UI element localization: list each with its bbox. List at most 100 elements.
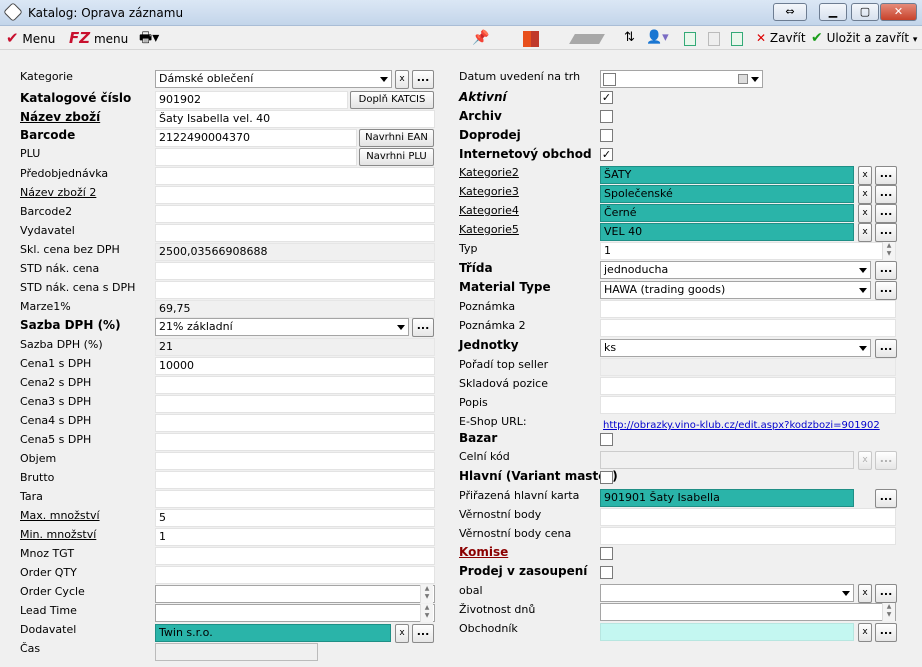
kategorie2-value[interactable]: ŠATY xyxy=(600,166,854,184)
kategorie3-clear-button[interactable]: x xyxy=(858,185,872,204)
prirazena-browse-button[interactable]: ... xyxy=(875,489,897,508)
celni-kod-clear-button[interactable]: x xyxy=(858,451,872,470)
kategorie5-value[interactable]: VEL 40 xyxy=(600,223,854,241)
obchodnik-clear-button[interactable]: x xyxy=(858,623,872,642)
nazev-zbozi-label[interactable]: Název zboží xyxy=(20,110,100,124)
kategorie-select[interactable]: Dámské oblečení xyxy=(155,70,392,88)
kategorie3-browse-button[interactable]: ... xyxy=(875,185,897,204)
fz-menu-button[interactable]: FZ menu xyxy=(69,29,128,47)
sazba-dph-browse-button[interactable]: ... xyxy=(412,318,434,337)
close-window-button[interactable]: ✕ xyxy=(880,3,917,21)
tara-input[interactable] xyxy=(155,490,435,508)
typ-spinner[interactable]: ▲ ▼ xyxy=(882,242,895,260)
lead-time-spinner[interactable]: ▲ ▼ xyxy=(420,604,433,622)
kategorie3-value[interactable]: Společenské xyxy=(600,185,854,203)
pin-icon[interactable]: 📌 xyxy=(472,29,489,47)
brutto-input[interactable] xyxy=(155,471,435,489)
katalogove-cislo-input[interactable]: 901902 xyxy=(155,91,348,109)
dodavatel-clear-button[interactable]: x xyxy=(395,624,409,643)
cena4-input[interactable] xyxy=(155,414,435,432)
user-icon[interactable]: 👤▾ xyxy=(646,29,669,47)
kategorie2-clear-button[interactable]: x xyxy=(858,166,872,185)
obal-select[interactable] xyxy=(600,584,854,602)
keyboard-icon[interactable] xyxy=(569,29,605,47)
cena5-input[interactable] xyxy=(155,433,435,451)
internet-checkbox[interactable]: ✓ xyxy=(600,148,613,161)
datum-picker[interactable] xyxy=(600,70,763,88)
lead-time-input[interactable] xyxy=(155,604,435,622)
chevron-down-icon[interactable] xyxy=(751,77,759,82)
min-mnozstvi-label[interactable]: Min. množství xyxy=(20,528,96,542)
zivotnost-input[interactable] xyxy=(600,603,896,621)
doplnit-katcis-button[interactable]: Doplň KATCIS xyxy=(350,91,434,109)
spin-up-icon[interactable]: ▲ xyxy=(887,603,892,610)
barcode2-input[interactable] xyxy=(155,205,435,223)
navrhni-ean-button[interactable]: Navrhni EAN xyxy=(359,129,434,147)
order-cycle-spinner[interactable]: ▲ ▼ xyxy=(420,585,433,603)
kategorie2-browse-button[interactable]: ... xyxy=(875,166,897,185)
mnoz-tgt-input[interactable] xyxy=(155,547,435,565)
kategorie5-label[interactable]: Kategorie5 xyxy=(459,223,519,237)
nazev-zbozi2-label[interactable]: Název zboží 2 xyxy=(20,186,96,200)
barcode-input[interactable]: 2122490004370 xyxy=(155,129,357,147)
jednotky-browse-button[interactable]: ... xyxy=(875,339,897,358)
min-mnozstvi-input[interactable]: 1 xyxy=(155,528,435,546)
obal-browse-button[interactable]: ... xyxy=(875,584,897,603)
vernostni-body-cena-input[interactable] xyxy=(600,527,896,545)
export-icon[interactable] xyxy=(731,29,743,47)
order-cycle-input[interactable] xyxy=(155,585,435,603)
sort-icon[interactable]: ⇅ xyxy=(624,29,635,47)
predobjednavka-input[interactable] xyxy=(155,167,435,185)
jednotky-select[interactable]: ks xyxy=(600,339,871,357)
kategorie4-value[interactable]: Černé xyxy=(600,204,854,222)
zivotnost-spinner[interactable]: ▲ ▼ xyxy=(882,603,895,621)
import-icon[interactable] xyxy=(684,29,696,47)
doprodej-checkbox[interactable] xyxy=(600,129,613,142)
aktivni-checkbox[interactable]: ✓ xyxy=(600,91,613,104)
archiv-checkbox[interactable] xyxy=(600,110,613,123)
spin-up-icon[interactable]: ▲ xyxy=(425,604,430,611)
material-type-browse-button[interactable]: ... xyxy=(875,281,897,300)
kategorie-clear-button[interactable]: x xyxy=(395,70,409,89)
restore-arrows-icon[interactable]: ⇔ xyxy=(773,3,807,21)
prodej-checkbox[interactable] xyxy=(600,566,613,579)
std-nak-cena-dph-input[interactable] xyxy=(155,281,435,299)
calendar-icon[interactable] xyxy=(738,74,748,84)
nazev-zbozi-input[interactable]: Šaty Isabella vel. 40 xyxy=(155,110,435,128)
obchodnik-value[interactable] xyxy=(600,623,854,641)
typ-input[interactable]: 1 xyxy=(600,242,896,260)
komise-label[interactable]: Komise xyxy=(459,545,508,559)
poznamka-input[interactable] xyxy=(600,300,896,318)
kategorie2-label[interactable]: Kategorie2 xyxy=(459,166,519,180)
save-close-button[interactable]: ✔ Uložit a zavřít ▾ xyxy=(811,29,917,47)
cas-input[interactable] xyxy=(155,643,318,661)
grid-color-icon[interactable] xyxy=(523,29,539,47)
spin-down-icon[interactable]: ▼ xyxy=(887,250,892,257)
kategorie4-label[interactable]: Kategorie4 xyxy=(459,204,519,218)
menu-button[interactable]: ✔ Menu xyxy=(6,29,55,47)
order-qty-input[interactable] xyxy=(155,566,435,584)
navrhni-plu-button[interactable]: Navrhni PLU xyxy=(359,148,434,166)
plu-input[interactable] xyxy=(155,148,357,166)
spin-down-icon[interactable]: ▼ xyxy=(425,612,430,619)
minimize-button[interactable]: ▁ xyxy=(819,3,847,21)
spin-up-icon[interactable]: ▲ xyxy=(425,585,430,592)
spin-down-icon[interactable]: ▼ xyxy=(425,593,430,600)
datum-enable-checkbox[interactable] xyxy=(603,73,616,86)
objem-input[interactable] xyxy=(155,452,435,470)
kategorie4-browse-button[interactable]: ... xyxy=(875,204,897,223)
cena2-input[interactable] xyxy=(155,376,435,394)
dodavatel-value[interactable]: Twin s.r.o. xyxy=(155,624,391,642)
kategorie4-clear-button[interactable]: x xyxy=(858,204,872,223)
close-toolbar-button[interactable]: ✕ Zavřít xyxy=(756,29,806,47)
skladova-pozice-input[interactable] xyxy=(600,377,896,395)
trida-select[interactable]: jednoducha xyxy=(600,261,871,279)
spin-up-icon[interactable]: ▲ xyxy=(887,242,892,249)
kategorie5-clear-button[interactable]: x xyxy=(858,223,872,242)
kategorie-browse-button[interactable]: ... xyxy=(412,70,434,89)
chevron-down-icon[interactable]: ▾ xyxy=(913,35,918,45)
spin-down-icon[interactable]: ▼ xyxy=(887,611,892,618)
bazar-checkbox[interactable] xyxy=(600,433,613,446)
popis-input[interactable] xyxy=(600,396,896,414)
poznamka2-input[interactable] xyxy=(600,319,896,337)
